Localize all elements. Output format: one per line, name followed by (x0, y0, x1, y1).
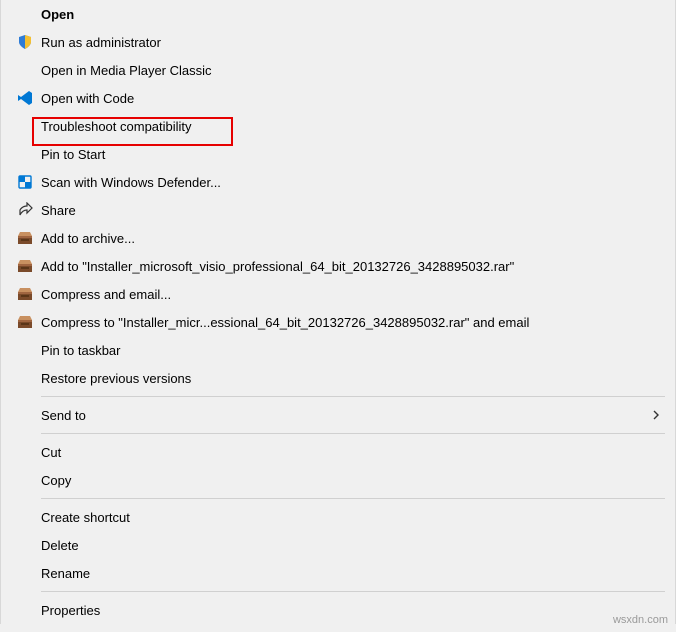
menu-add-to-named-archive[interactable]: Add to "Installer_microsoft_visio_profes… (1, 252, 675, 280)
menu-label: Open with Code (41, 91, 661, 106)
menu-label: Restore previous versions (41, 371, 661, 386)
menu-label: Pin to taskbar (41, 343, 661, 358)
winrar-icon (15, 284, 35, 304)
watermark: wsxdn.com (613, 614, 668, 626)
menu-label: Scan with Windows Defender... (41, 175, 661, 190)
menu-pin-to-taskbar[interactable]: Pin to taskbar (1, 336, 675, 364)
menu-separator (41, 433, 665, 434)
blank-icon (15, 442, 35, 462)
menu-copy[interactable]: Copy (1, 466, 675, 494)
menu-run-as-admin[interactable]: Run as administrator (1, 28, 675, 56)
blank-icon (15, 563, 35, 583)
menu-label: Create shortcut (41, 510, 661, 525)
menu-label: Cut (41, 445, 661, 460)
menu-label: Add to archive... (41, 231, 661, 246)
menu-delete[interactable]: Delete (1, 531, 675, 559)
blank-icon (15, 470, 35, 490)
blank-icon (15, 144, 35, 164)
vscode-icon (15, 88, 35, 108)
menu-cut[interactable]: Cut (1, 438, 675, 466)
blank-icon (15, 535, 35, 555)
menu-label: Run as administrator (41, 35, 661, 50)
menu-rename[interactable]: Rename (1, 559, 675, 587)
menu-label: Pin to Start (41, 147, 661, 162)
menu-label: Send to (41, 408, 651, 423)
menu-label: Troubleshoot compatibility (41, 119, 661, 134)
menu-label: Share (41, 203, 661, 218)
winrar-icon (15, 256, 35, 276)
menu-label: Compress and email... (41, 287, 661, 302)
menu-create-shortcut[interactable]: Create shortcut (1, 503, 675, 531)
menu-pin-to-start[interactable]: Pin to Start (1, 140, 675, 168)
winrar-icon (15, 312, 35, 332)
menu-label: Properties (41, 603, 661, 618)
menu-label: Copy (41, 473, 661, 488)
menu-label: Add to "Installer_microsoft_visio_profes… (41, 259, 661, 274)
blank-icon (15, 405, 35, 425)
menu-share[interactable]: Share (1, 196, 675, 224)
menu-separator (41, 498, 665, 499)
winrar-icon (15, 228, 35, 248)
menu-label: Open (41, 7, 661, 22)
blank-icon (15, 507, 35, 527)
blank-icon (15, 60, 35, 80)
menu-open[interactable]: Open (1, 0, 675, 28)
share-icon (15, 200, 35, 220)
chevron-right-icon (651, 410, 661, 420)
blank-icon (15, 600, 35, 620)
menu-label: Compress to "Installer_micr...essional_6… (41, 315, 661, 330)
menu-restore-previous[interactable]: Restore previous versions (1, 364, 675, 392)
defender-icon (15, 172, 35, 192)
menu-compress-email[interactable]: Compress and email... (1, 280, 675, 308)
menu-compress-to-named-email[interactable]: Compress to "Installer_micr...essional_6… (1, 308, 675, 336)
menu-separator (41, 591, 665, 592)
blank-icon (15, 116, 35, 136)
menu-separator (41, 396, 665, 397)
menu-add-to-archive[interactable]: Add to archive... (1, 224, 675, 252)
menu-open-mpc[interactable]: Open in Media Player Classic (1, 56, 675, 84)
menu-open-with-code[interactable]: Open with Code (1, 84, 675, 112)
menu-scan-defender[interactable]: Scan with Windows Defender... (1, 168, 675, 196)
context-menu: Open Run as administrator Open in Media … (0, 0, 676, 624)
shield-icon (15, 32, 35, 52)
menu-send-to[interactable]: Send to (1, 401, 675, 429)
menu-label: Open in Media Player Classic (41, 63, 661, 78)
blank-icon (15, 340, 35, 360)
menu-label: Delete (41, 538, 661, 553)
menu-troubleshoot[interactable]: Troubleshoot compatibility (1, 112, 675, 140)
menu-properties[interactable]: Properties (1, 596, 675, 624)
blank-icon (15, 4, 35, 24)
menu-label: Rename (41, 566, 661, 581)
blank-icon (15, 368, 35, 388)
